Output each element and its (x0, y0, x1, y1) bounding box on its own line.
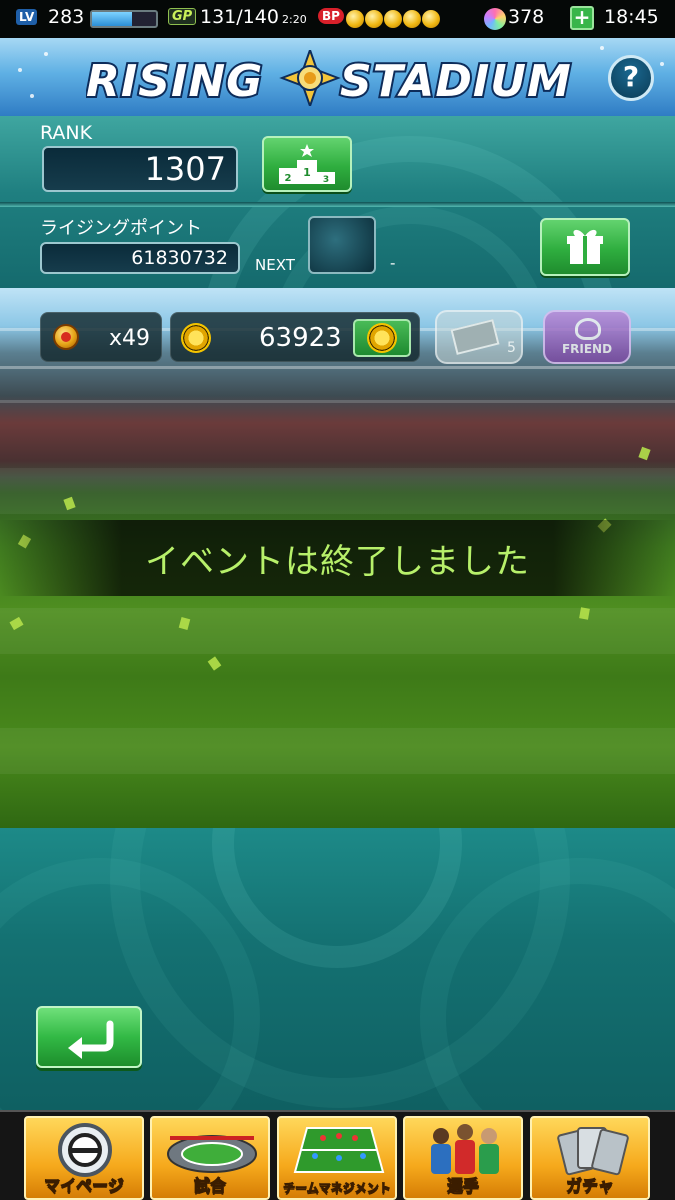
title-banner: RISING STADIUM ? (0, 38, 675, 116)
ball-count-pill: x49 (40, 312, 162, 362)
friend-label: FRIEND (561, 342, 613, 356)
medal-exchange-button[interactable] (353, 319, 411, 357)
efootball-logo-icon (58, 1123, 112, 1177)
event-ended-banner: イベントは終了しました (0, 520, 675, 596)
next-value: - (390, 254, 396, 272)
sparkle (44, 52, 48, 56)
nav-label: チームマネジメント (283, 1181, 392, 1196)
gp-badge: GP (168, 8, 197, 25)
add-gems-button[interactable]: + (570, 6, 594, 30)
gem-count: 378 (508, 6, 545, 28)
grass-stripe (0, 608, 675, 654)
level-value: 283 (48, 6, 85, 28)
rising-stadium-logo: RISING STADIUM (86, 50, 573, 106)
level-badge: LV (16, 9, 38, 25)
bp-badge: BP (318, 8, 344, 24)
ticket-count: 5 (507, 340, 516, 356)
grass-stripe (0, 468, 675, 514)
sparkle (30, 94, 34, 98)
ranking-button[interactable]: 1 2 3 (262, 136, 352, 192)
formation-icon (293, 1127, 385, 1173)
players-icon (431, 1124, 499, 1174)
svg-text:3: 3 (323, 175, 329, 185)
gp-value: 131/140 (200, 6, 279, 28)
logo-right-text: STADIUM (340, 56, 572, 106)
gp-recover-time: 2:20 (282, 13, 307, 26)
stand-row (0, 400, 675, 403)
nav-label: ガチャ (566, 1176, 615, 1196)
bp-coin-icon (346, 10, 364, 28)
next-label: NEXT (255, 256, 295, 274)
clock: 18:45 (604, 6, 659, 28)
bottom-nav: マイページ 試合 チームマネジメント 選手 ガチャ (0, 1110, 675, 1200)
back-button[interactable] (36, 1006, 142, 1068)
bp-coin-icon (422, 10, 440, 28)
rising-points-value: 61830732 (40, 242, 240, 274)
stadium-background: x49 63923 5 FRIEND イベントは終了しました (0, 288, 675, 828)
medal-count-pill: 63923 (170, 312, 420, 362)
podium-icon: 1 2 3 (279, 144, 335, 185)
nav-mypage[interactable]: マイページ (24, 1116, 144, 1200)
next-reward-slot (308, 216, 376, 274)
panel-divider (0, 202, 675, 207)
friend-stadium-icon (575, 318, 601, 340)
bp-coin-icon (384, 10, 402, 28)
level-progress-fill (92, 12, 132, 26)
ticket-icon (450, 319, 500, 355)
reward-button[interactable] (540, 218, 630, 276)
cards-icon (557, 1127, 629, 1176)
rank-label: RANK (40, 122, 93, 144)
stand-row (0, 366, 675, 369)
star-emblem-icon (279, 50, 341, 106)
nav-players[interactable]: 選手 (403, 1116, 523, 1200)
svg-text:2: 2 (285, 173, 292, 184)
help-button[interactable]: ? (608, 55, 654, 101)
nav-match[interactable]: 試合 (150, 1116, 270, 1200)
golden-ball-icon (53, 324, 79, 350)
nav-label: 選手 (446, 1176, 479, 1196)
svg-text:1: 1 (303, 166, 311, 179)
level-progress-bar (90, 10, 158, 28)
ticket-button[interactable]: 5 (435, 310, 523, 364)
ball-count: x49 (109, 326, 151, 351)
bp-coin-icon (365, 10, 383, 28)
medal-icon (181, 323, 211, 353)
rising-points-label: ライジングポイント (40, 218, 202, 239)
bp-coin-icon (403, 10, 421, 28)
nav-gacha[interactable]: ガチャ (530, 1116, 650, 1200)
medal-exchange-icon (367, 323, 397, 353)
nav-team-management[interactable]: チームマネジメント (277, 1116, 397, 1200)
sparkle (600, 46, 604, 50)
stadium-icon (167, 1135, 257, 1173)
friend-button[interactable]: FRIEND (543, 310, 631, 364)
event-ended-message: イベントは終了しました (145, 541, 530, 582)
gem-icon (484, 8, 506, 30)
nav-label: マイページ (44, 1176, 125, 1196)
grass-stripe (0, 728, 675, 774)
rank-panel: RANK 1307 1 2 3 ライジングポイント 61830732 NEXT … (0, 116, 675, 288)
lower-panel (0, 828, 675, 1110)
sparkle (660, 62, 664, 66)
confetti (579, 607, 590, 620)
bp-coins (346, 10, 440, 28)
logo-left-text: RISING (86, 56, 263, 106)
gift-icon (567, 229, 603, 264)
nav-label: 試合 (193, 1176, 226, 1196)
medal-count: 63923 (259, 323, 342, 353)
return-arrow-icon (68, 1020, 114, 1059)
status-bar: LV 283 GP 131/140 2:20 BP 378 + 18:45 (0, 0, 675, 38)
rank-value: 1307 (42, 146, 238, 192)
sparkle (18, 68, 22, 72)
confetti (207, 656, 222, 671)
confetti (638, 446, 651, 461)
